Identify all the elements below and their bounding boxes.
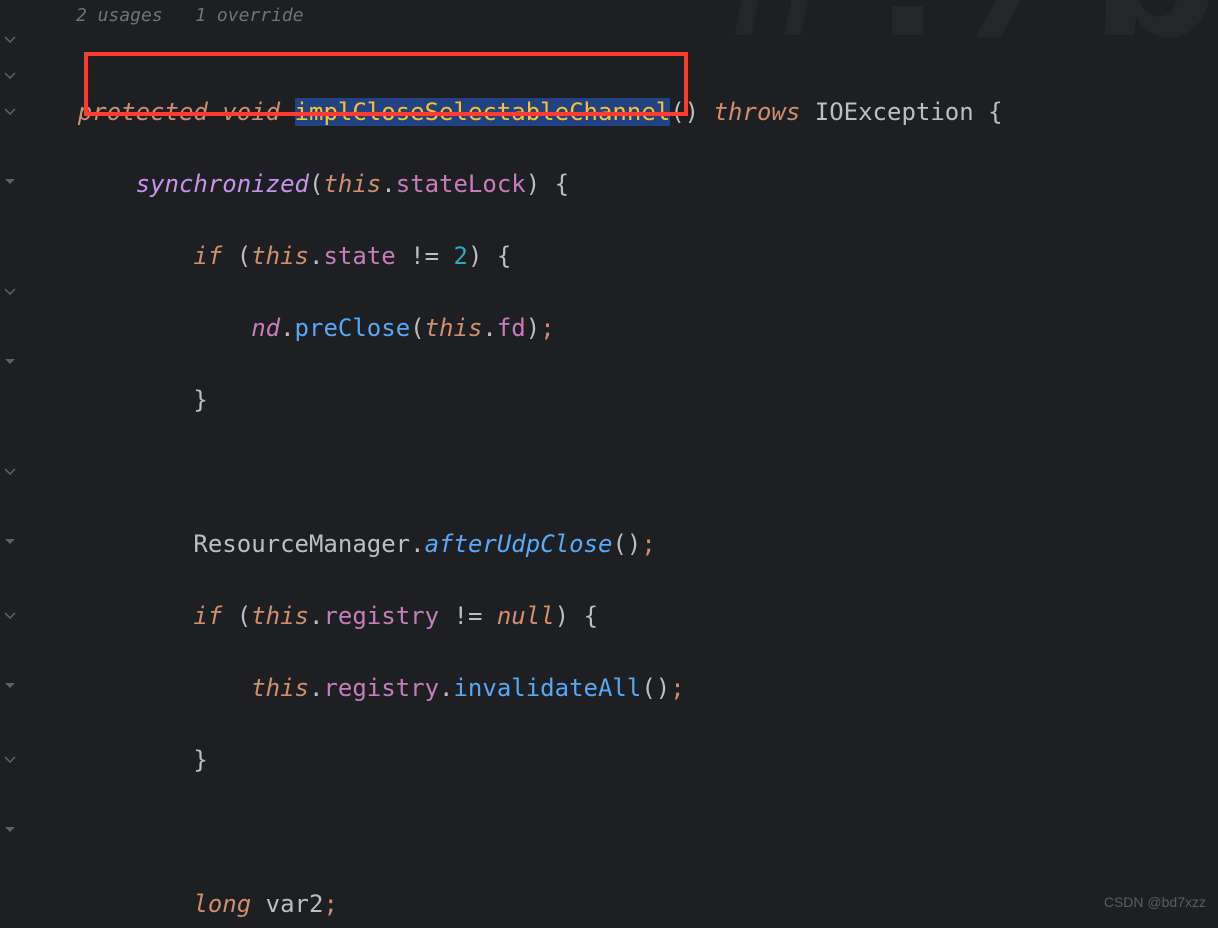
code-editor[interactable]: protected void implCloseSelectableChanne…	[20, 0, 1218, 928]
code-line[interactable]: synchronized(this.stateLock) {	[20, 166, 1218, 202]
fold-icon[interactable]	[4, 680, 16, 692]
code-line[interactable]	[20, 454, 1218, 490]
code-line[interactable]: protected void implCloseSelectableChanne…	[20, 94, 1218, 130]
fold-icon[interactable]	[4, 610, 16, 622]
method-declaration: implCloseSelectableChannel	[295, 98, 671, 126]
fold-icon[interactable]	[4, 70, 16, 82]
code-line[interactable]: }	[20, 382, 1218, 418]
code-line[interactable]: this.registry.invalidateAll();	[20, 670, 1218, 706]
code-line[interactable]: }	[20, 742, 1218, 778]
csdn-watermark: CSDN @bd7xzz	[1104, 884, 1206, 920]
fold-icon[interactable]	[4, 106, 16, 118]
code-line[interactable]: if (this.state != 2) {	[20, 238, 1218, 274]
fold-icon[interactable]	[4, 824, 16, 836]
fold-icon[interactable]	[4, 356, 16, 368]
code-line[interactable]: ResourceManager.afterUdpClose();	[20, 526, 1218, 562]
fold-icon[interactable]	[4, 536, 16, 548]
code-line[interactable]	[20, 814, 1218, 850]
code-line[interactable]: nd.preClose(this.fd);	[20, 310, 1218, 346]
fold-icon[interactable]	[4, 176, 16, 188]
fold-icon[interactable]	[4, 754, 16, 766]
code-line[interactable]: long var2;	[20, 886, 1218, 922]
fold-icon[interactable]	[4, 34, 16, 46]
fold-icon[interactable]	[4, 466, 16, 478]
gutter	[0, 0, 20, 928]
code-line[interactable]: if (this.registry != null) {	[20, 598, 1218, 634]
fold-icon[interactable]	[4, 286, 16, 298]
